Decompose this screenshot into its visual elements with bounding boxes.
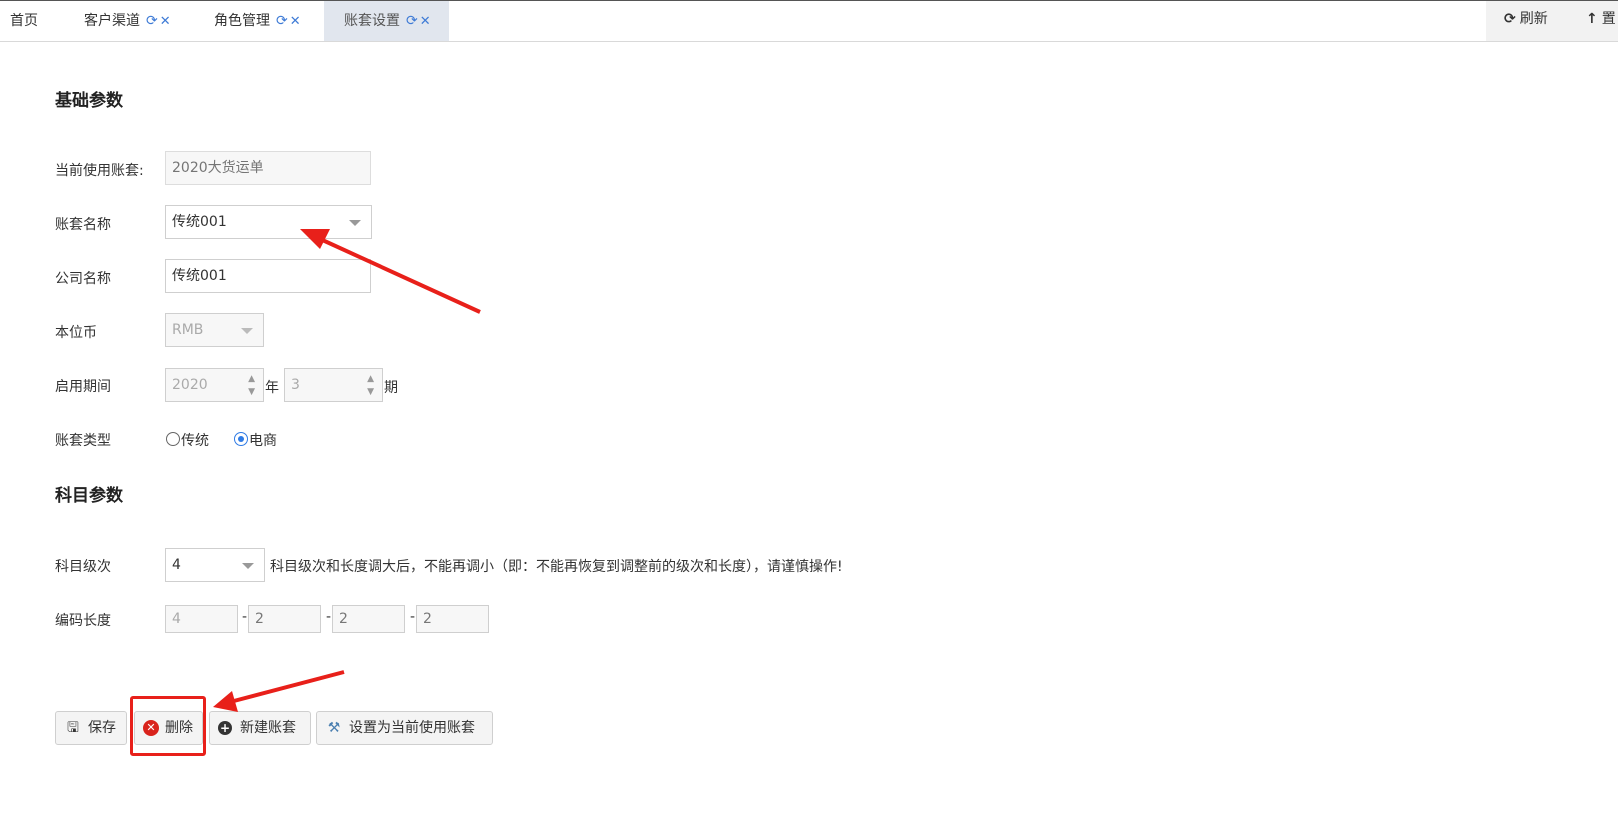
account-type-label: 账套类型 bbox=[55, 433, 111, 449]
add-icon: + bbox=[218, 721, 232, 735]
refresh-icon[interactable]: ⟳ bbox=[146, 13, 158, 29]
chevron-down-icon bbox=[242, 563, 254, 569]
save-button[interactable]: 🖫 保存 bbox=[55, 711, 127, 745]
top-button[interactable]: ↑ 置 bbox=[1586, 1, 1616, 37]
subject-level-warning: 科目级次和长度调大后，不能再调小（即：不能再恢复到调整前的级次和长度），请谨慎操… bbox=[270, 559, 843, 575]
code-length-input-2[interactable]: 2 bbox=[248, 605, 321, 633]
currency-select[interactable]: RMB bbox=[165, 313, 264, 347]
separator: - bbox=[410, 609, 416, 625]
code-length-value: 4 bbox=[172, 611, 181, 627]
top-label: 置 bbox=[1601, 11, 1616, 27]
current-account-label: 当前使用账套: bbox=[55, 163, 144, 179]
radio-traditional-label: 传统 bbox=[181, 433, 209, 449]
section-title-basic: 基础参数 bbox=[55, 91, 123, 111]
subject-level-select[interactable]: 4 bbox=[165, 548, 265, 582]
refresh-button[interactable]: ⟳ 刷新 bbox=[1504, 1, 1548, 37]
year-unit: 年 bbox=[265, 380, 279, 396]
top-toolbar: ⟳ 刷新 ↑ 置 bbox=[1486, 1, 1618, 41]
set-current-label: 设置为当前使用账套 bbox=[349, 720, 475, 736]
separator: - bbox=[326, 609, 332, 625]
tab-role-management[interactable]: 角色管理 ⟳ ✕ bbox=[214, 1, 301, 41]
tab-label: 首页 bbox=[10, 13, 38, 29]
close-icon[interactable]: ✕ bbox=[160, 14, 171, 29]
account-name-value: 传统001 bbox=[172, 214, 227, 230]
save-icon: 🖫 bbox=[67, 720, 79, 736]
tab-home[interactable]: 首页 bbox=[10, 1, 38, 41]
subject-level-label: 科目级次 bbox=[55, 559, 111, 575]
year-value: 2020 bbox=[172, 377, 208, 393]
period-stepper[interactable]: 3 ▲ ▼ bbox=[284, 368, 383, 402]
increment-icon[interactable]: ▲ bbox=[367, 375, 374, 384]
subject-level-value: 4 bbox=[172, 557, 181, 573]
refresh-label: 刷新 bbox=[1519, 11, 1548, 27]
chevron-down-icon bbox=[241, 328, 253, 334]
tab-label: 账套设置 bbox=[344, 13, 400, 29]
tab-bar: 首页 客户渠道 ⟳ ✕ 角色管理 ⟳ ✕ 账套设置 ⟳ ✕ ⟳ 刷新 ↑ 置 bbox=[0, 0, 1618, 42]
new-account-label: 新建账套 bbox=[240, 720, 296, 736]
save-label: 保存 bbox=[88, 720, 116, 736]
tab-customer-channel[interactable]: 客户渠道 ⟳ ✕ bbox=[84, 1, 171, 41]
radio-traditional[interactable] bbox=[166, 432, 180, 446]
tab-label: 角色管理 bbox=[214, 13, 270, 29]
annotation-arrow-delete bbox=[213, 670, 345, 712]
refresh-icon[interactable]: ⟳ bbox=[276, 13, 288, 29]
radio-ecommerce-label: 电商 bbox=[249, 433, 277, 449]
code-length-value: 2 bbox=[339, 611, 348, 627]
new-account-button[interactable]: + 新建账套 bbox=[209, 711, 311, 745]
code-length-label: 编码长度 bbox=[55, 613, 111, 629]
code-length-value: 2 bbox=[423, 611, 432, 627]
account-name-label: 账套名称 bbox=[55, 217, 111, 233]
refresh-icon: ⟳ bbox=[1504, 11, 1516, 27]
period-value: 3 bbox=[291, 377, 300, 393]
decrement-icon[interactable]: ▼ bbox=[367, 388, 374, 397]
period-label: 启用期间 bbox=[55, 379, 111, 395]
close-icon[interactable]: ✕ bbox=[290, 14, 301, 29]
close-icon[interactable]: ✕ bbox=[420, 14, 431, 29]
year-stepper[interactable]: 2020 ▲ ▼ bbox=[165, 368, 264, 402]
currency-value: RMB bbox=[172, 322, 204, 338]
account-name-select[interactable]: 传统001 bbox=[165, 205, 372, 239]
set-current-account-button[interactable]: ⚒ 设置为当前使用账套 bbox=[316, 711, 493, 745]
annotation-arrows bbox=[213, 229, 481, 712]
radio-ecommerce[interactable] bbox=[234, 432, 248, 446]
company-name-input[interactable]: 传统001 bbox=[165, 259, 371, 293]
decrement-icon[interactable]: ▼ bbox=[248, 388, 255, 397]
tab-account-settings[interactable]: 账套设置 ⟳ ✕ bbox=[324, 1, 449, 41]
code-length-input-3[interactable]: 2 bbox=[332, 605, 405, 633]
section-title-subject: 科目参数 bbox=[55, 486, 123, 506]
code-length-value: 2 bbox=[255, 611, 264, 627]
separator: - bbox=[242, 609, 248, 625]
annotation-highlight-box bbox=[130, 696, 206, 756]
increment-icon[interactable]: ▲ bbox=[248, 375, 255, 384]
company-name-value: 传统001 bbox=[172, 268, 227, 284]
company-name-label: 公司名称 bbox=[55, 271, 111, 287]
code-length-input-1[interactable]: 4 bbox=[165, 605, 238, 633]
code-length-input-4[interactable]: 2 bbox=[416, 605, 489, 633]
period-unit: 期 bbox=[384, 380, 398, 396]
currency-label: 本位币 bbox=[55, 325, 97, 341]
refresh-icon[interactable]: ⟳ bbox=[406, 13, 418, 29]
tab-label: 客户渠道 bbox=[84, 13, 140, 29]
arrow-up-icon: ↑ bbox=[1586, 11, 1598, 27]
chevron-down-icon bbox=[349, 220, 361, 226]
tools-icon: ⚒ bbox=[327, 720, 341, 736]
current-account-input[interactable] bbox=[165, 151, 371, 185]
